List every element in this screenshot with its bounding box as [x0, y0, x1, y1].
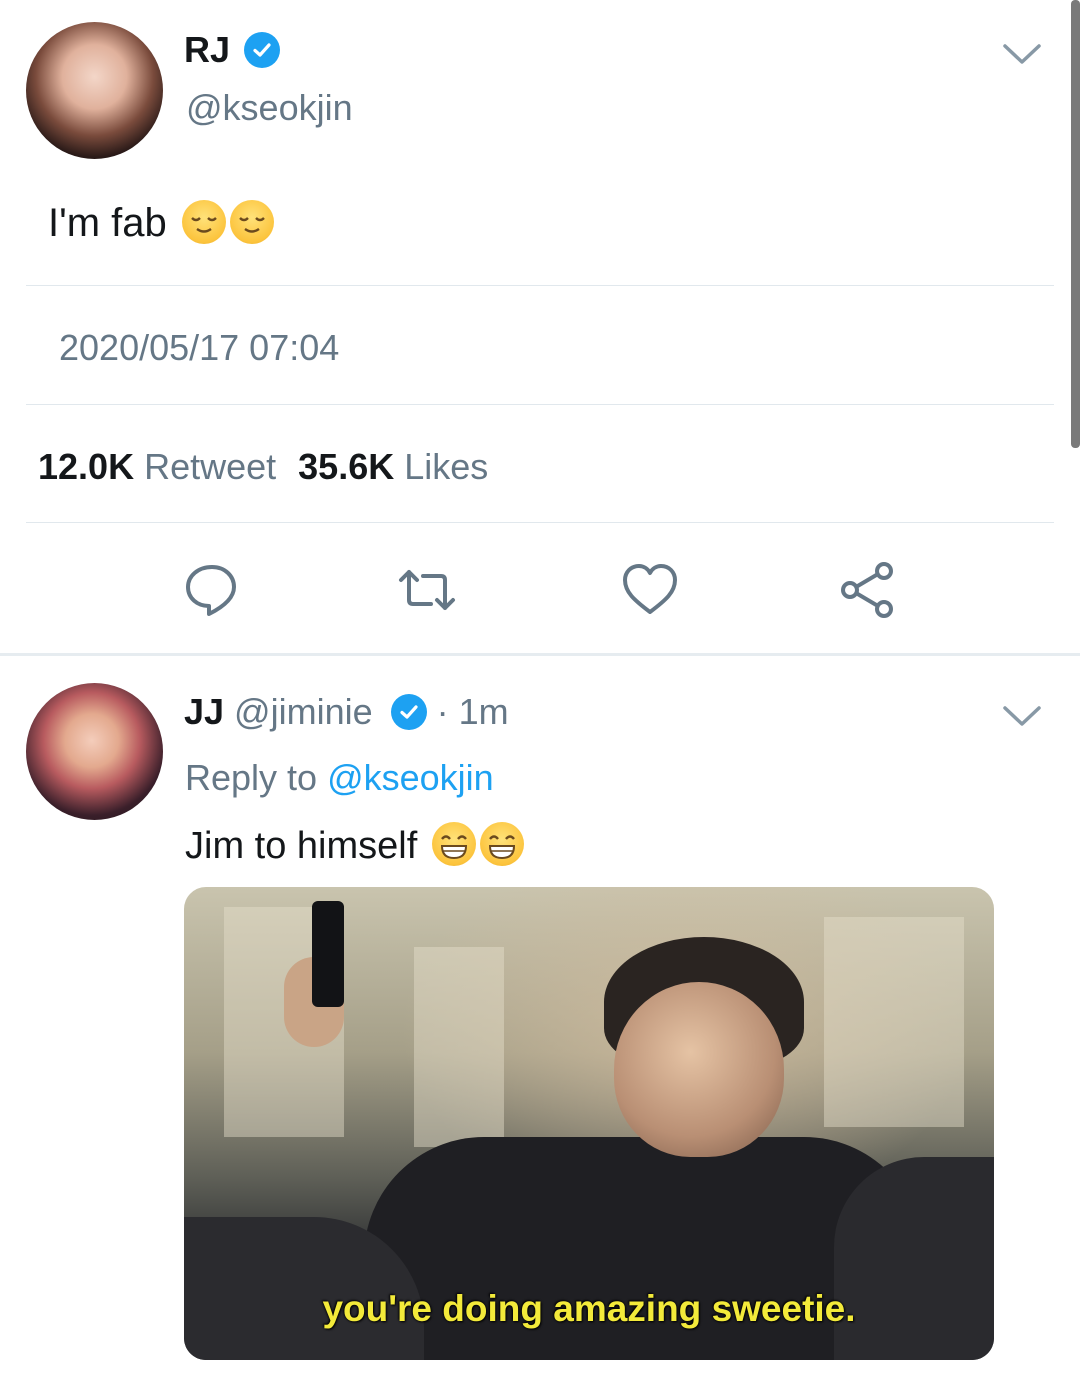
retweet-icon[interactable] — [397, 560, 457, 620]
divider — [26, 522, 1054, 523]
divider — [26, 404, 1054, 405]
verified-badge-icon — [244, 32, 281, 68]
likes-label: Likes — [404, 446, 489, 487]
reply-text: Jim to himself — [185, 822, 524, 868]
author-handle[interactable]: @kseokjin — [186, 88, 353, 128]
chevron-down-icon[interactable] — [1002, 40, 1042, 68]
reply-to-handle-link[interactable]: @kseokjin — [327, 757, 494, 798]
background-wall-panel — [824, 917, 964, 1127]
tweet-text-content: I'm fab — [48, 201, 167, 245]
relieved-face-emoji-icon — [229, 200, 274, 244]
tweet-text: I'm fab — [48, 200, 274, 246]
person-face — [614, 982, 784, 1157]
retweet-label: Retweet — [144, 446, 277, 487]
verified-badge-icon — [390, 694, 427, 730]
like-icon[interactable] — [620, 560, 680, 620]
author-display-name[interactable]: RJ — [184, 30, 230, 70]
avatar-jj[interactable] — [26, 683, 163, 820]
phone-in-hand — [312, 901, 344, 1007]
reply-context: Reply to @kseokjin — [185, 758, 494, 798]
likes-count: 35.6K — [298, 446, 395, 487]
avatar-rj[interactable] — [26, 22, 163, 159]
reply-to-label: Reply to — [185, 757, 318, 798]
share-icon[interactable] — [838, 560, 898, 620]
meme-caption: you're doing amazing sweetie. — [322, 1288, 856, 1329]
divider — [26, 285, 1054, 286]
reply-author-display-name[interactable]: JJ — [184, 692, 224, 732]
retweet-stat[interactable]: 12.0K Retweet — [38, 446, 276, 488]
grinning-face-emoji-icon — [431, 822, 476, 866]
reply-icon[interactable] — [182, 560, 242, 620]
reply-text-content: Jim to himself — [185, 825, 418, 867]
reply-author-handle[interactable]: @jiminie — [234, 692, 373, 732]
chevron-down-icon[interactable] — [1002, 702, 1042, 730]
section-separator — [0, 653, 1080, 656]
relieved-face-emoji-icon — [181, 200, 226, 244]
scrollbar[interactable] — [1071, 0, 1080, 448]
tweet-timestamp: 2020/05/17 07:04 — [59, 327, 340, 368]
reply-time-ago: · 1m — [436, 691, 509, 732]
reply-media-image[interactable]: you're doing amazing sweetie. — [184, 887, 994, 1360]
background-wall-panel — [414, 947, 504, 1147]
grinning-face-emoji-icon — [479, 822, 524, 866]
likes-stat[interactable]: 35.6K Likes — [298, 446, 488, 488]
retweet-count: 12.0K — [38, 446, 135, 487]
